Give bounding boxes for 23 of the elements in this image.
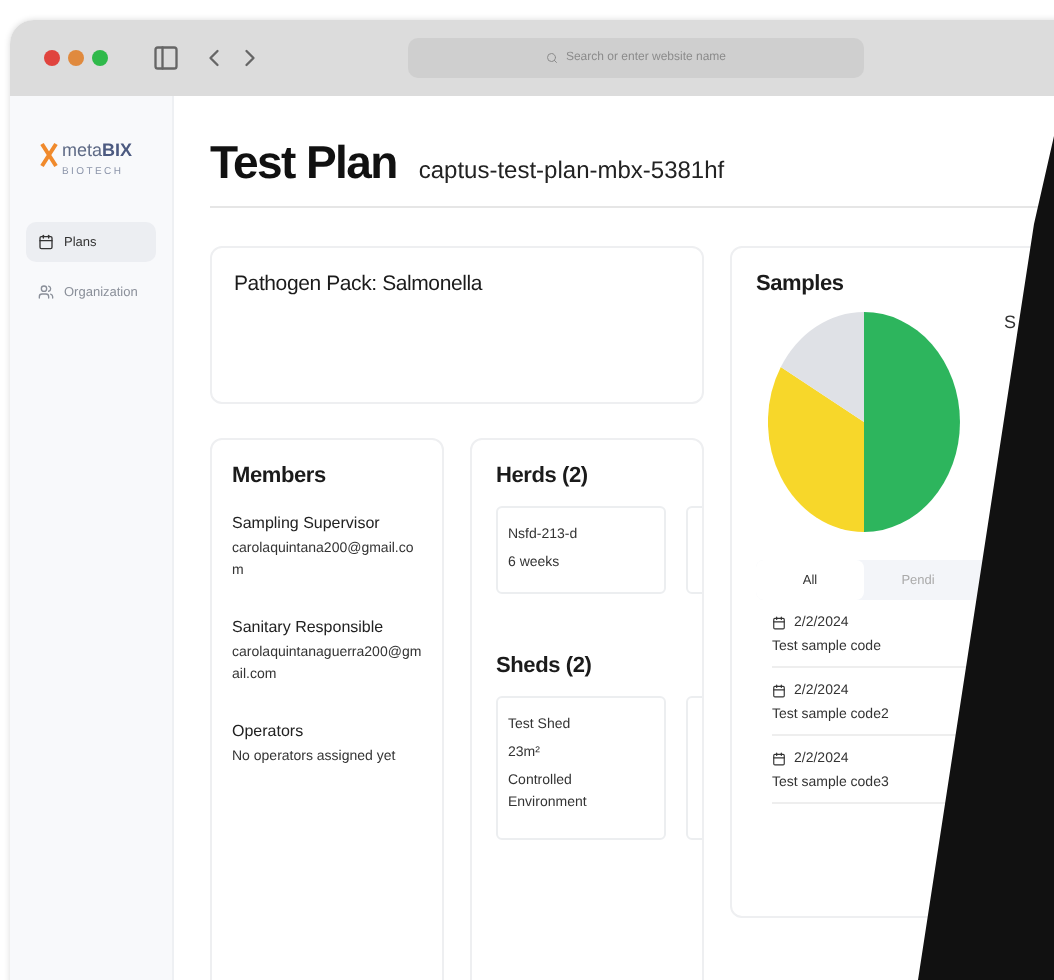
search-icon xyxy=(545,52,558,64)
page-title: Test Plan xyxy=(210,136,397,190)
logo-mark-icon xyxy=(40,141,58,167)
calendar-icon xyxy=(38,234,54,250)
members-title: Members xyxy=(232,464,328,488)
zoom-dot[interactable] xyxy=(92,50,108,66)
logo-text: metaBIX xyxy=(62,140,133,160)
samples-title: Samples xyxy=(756,272,846,296)
plan-id: captus-test-plan-mbx-5381hf xyxy=(418,156,725,184)
calendar-icon xyxy=(772,752,786,766)
minimize-dot[interactable] xyxy=(68,50,84,66)
calendar-icon xyxy=(772,684,786,698)
users-icon xyxy=(38,284,54,300)
member-role: Sampling Supervisor xyxy=(232,514,382,532)
legend-label: S xyxy=(1004,312,1017,334)
sidebar-toggle-icon[interactable] xyxy=(152,44,180,72)
member-role: Sanitary Responsible xyxy=(232,618,386,636)
calendar-icon xyxy=(772,616,786,630)
sheds-title: Sheds (2) xyxy=(496,654,594,678)
close-dot[interactable] xyxy=(44,50,60,66)
member-role: Operators xyxy=(232,722,306,740)
pathogen-pack-text: Pathogen Pack: Salmonella xyxy=(234,272,485,296)
herds-title: Herds (2) xyxy=(496,464,590,488)
